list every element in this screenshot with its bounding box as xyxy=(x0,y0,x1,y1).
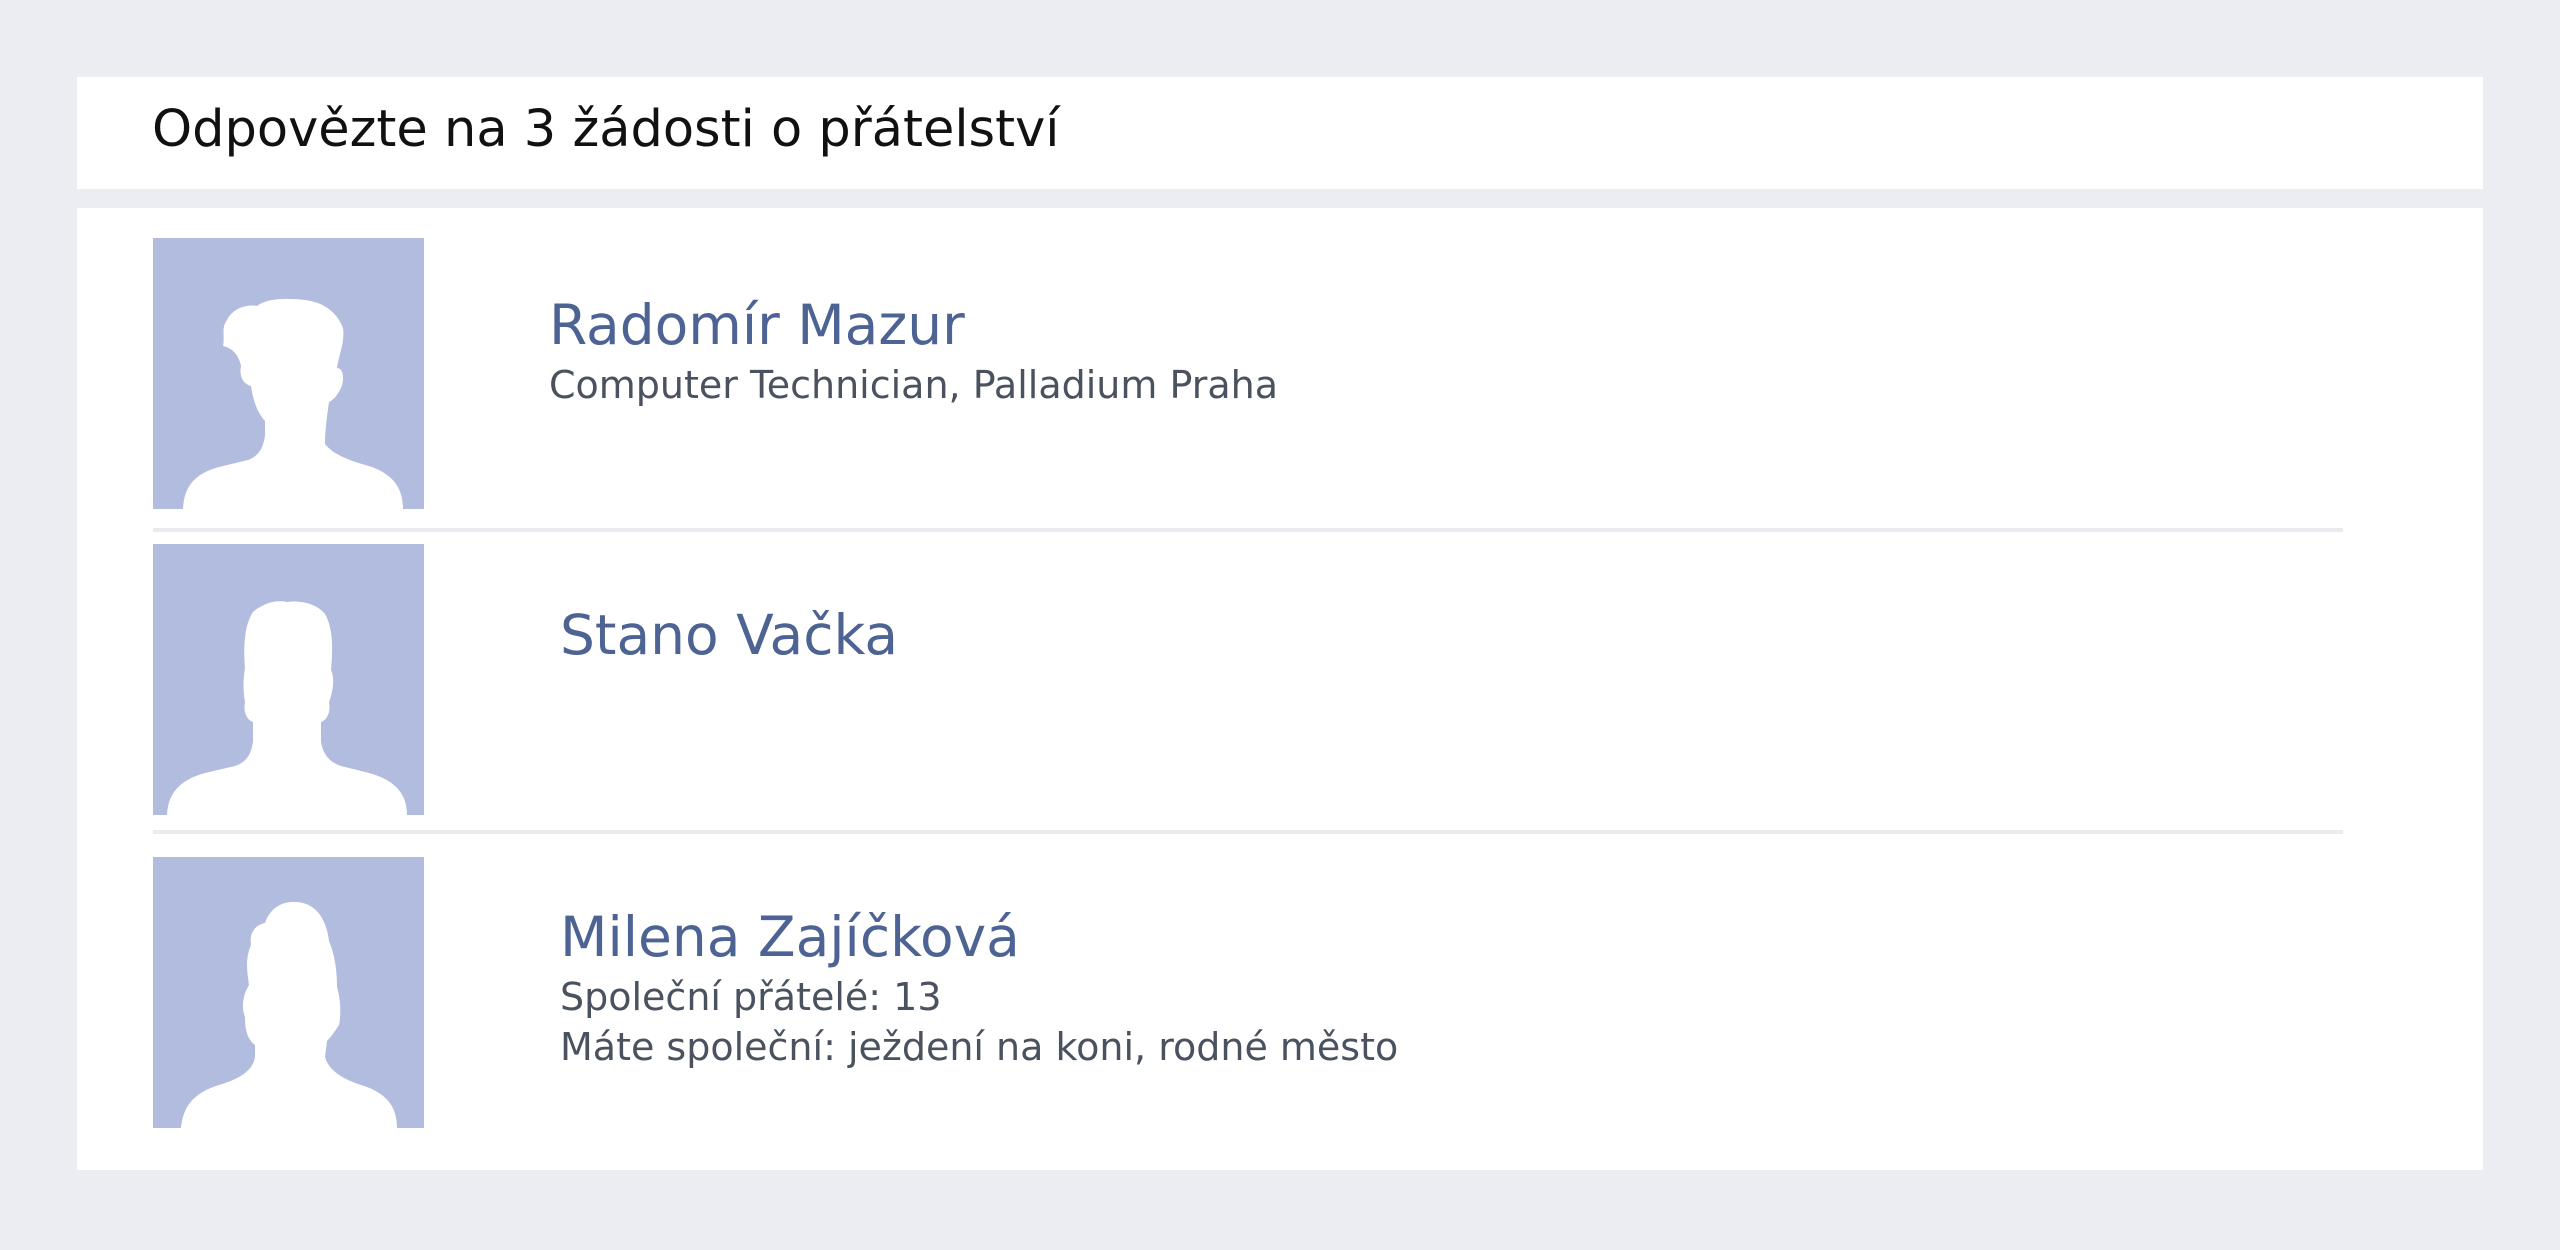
friend-request-item[interactable]: Stano Vačka xyxy=(153,544,2343,815)
friend-requests-list: Radomír Mazur Computer Technician, Palla… xyxy=(77,208,2483,1170)
friend-request-item[interactable]: Radomír Mazur Computer Technician, Palla… xyxy=(153,238,2343,509)
request-info: Radomír Mazur Computer Technician, Palla… xyxy=(549,290,1278,410)
divider xyxy=(153,528,2343,532)
avatar[interactable] xyxy=(153,544,424,815)
female-silhouette-icon xyxy=(181,901,397,1128)
request-info: Milena Zajíčková Společní přátelé: 13 Má… xyxy=(560,902,1398,1072)
divider xyxy=(153,830,2343,834)
male-silhouette-icon xyxy=(167,601,407,815)
avatar[interactable] xyxy=(153,857,424,1128)
header-panel: Odpovězte na 3 žádosti o přátelství xyxy=(77,77,2483,189)
person-detail: Computer Technician, Palladium Praha xyxy=(549,363,1278,407)
page-title: Odpovězte na 3 žádosti o přátelství xyxy=(152,100,1060,159)
avatar[interactable] xyxy=(153,238,424,509)
person-name-link[interactable]: Milena Zajíčková xyxy=(560,902,1398,972)
mutual-friends-count: Společní přátelé: 13 xyxy=(560,975,942,1019)
person-name-link[interactable]: Radomír Mazur xyxy=(549,290,1278,360)
shared-interests: Máte společní: ježdení na koni, rodné mě… xyxy=(560,1025,1399,1069)
person-name-link[interactable]: Stano Vačka xyxy=(560,600,898,670)
male-silhouette-icon xyxy=(183,298,403,509)
friend-request-item[interactable]: Milena Zajíčková Společní přátelé: 13 Má… xyxy=(153,857,2343,1128)
request-info: Stano Vačka xyxy=(560,600,898,670)
